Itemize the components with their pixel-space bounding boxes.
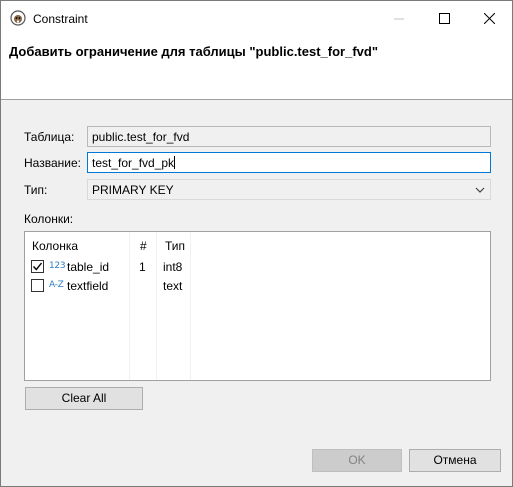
title-bar[interactable]: Constraint <box>1 1 512 36</box>
table-row[interactable]: 123 table_id 1 int8 <box>25 258 490 277</box>
type-dropdown[interactable]: PRIMARY KEY <box>87 179 491 200</box>
close-button[interactable] <box>466 1 512 36</box>
column-type-cell: int8 <box>163 260 183 274</box>
dbeaver-beaver-icon <box>10 10 26 26</box>
table-row[interactable]: A-Z textfield text <box>25 277 490 296</box>
minimize-button[interactable] <box>376 1 422 36</box>
column-header-type[interactable]: Тип <box>165 239 185 253</box>
name-label: Название: <box>24 156 81 170</box>
numeric-type-icon: 123 <box>49 261 66 271</box>
table-field: public.test_for_fvd <box>87 126 491 147</box>
column-name-cell: textfield <box>67 279 109 293</box>
table-label: Таблица: <box>24 130 75 144</box>
type-label: Тип: <box>24 183 48 197</box>
maximize-button[interactable] <box>421 1 467 36</box>
header-panel: Добавить ограничение для таблицы "public… <box>1 36 512 100</box>
column-type-cell: text <box>163 279 183 293</box>
name-input-value: test_for_fvd_pk <box>92 156 175 170</box>
text-caret <box>174 156 176 169</box>
column-number-cell: 1 <box>139 260 146 274</box>
type-dropdown-value: PRIMARY KEY <box>92 183 174 197</box>
chevron-down-icon <box>475 187 485 193</box>
row-checkbox-checked[interactable] <box>31 260 44 273</box>
window-title: Constraint <box>33 12 88 26</box>
cancel-button[interactable]: Отмена <box>409 449 501 472</box>
dialog-heading: Добавить ограничение для таблицы "public… <box>9 44 378 59</box>
ok-button[interactable]: OK <box>312 449 402 472</box>
column-header-number[interactable]: # <box>140 239 147 253</box>
column-divider <box>190 232 191 380</box>
row-checkbox-unchecked[interactable] <box>31 279 44 292</box>
column-name-cell: table_id <box>67 260 110 274</box>
clear-all-button[interactable]: Clear All <box>25 387 143 410</box>
columns-label: Колонки: <box>24 212 74 226</box>
constraint-dialog: Constraint Добавить ограничение для табл… <box>0 0 513 487</box>
column-divider <box>129 232 130 380</box>
columns-table[interactable]: Колонка # Тип 123 table_id 1 int8 A-Z te… <box>24 231 491 381</box>
maximize-icon <box>438 13 450 24</box>
column-divider <box>156 232 157 380</box>
close-icon <box>483 13 495 24</box>
checkmark-icon <box>32 262 43 271</box>
text-type-icon: A-Z <box>49 280 64 290</box>
minimize-icon <box>394 18 404 19</box>
column-header-name[interactable]: Колонка <box>32 239 78 253</box>
name-input[interactable]: test_for_fvd_pk <box>87 152 491 173</box>
